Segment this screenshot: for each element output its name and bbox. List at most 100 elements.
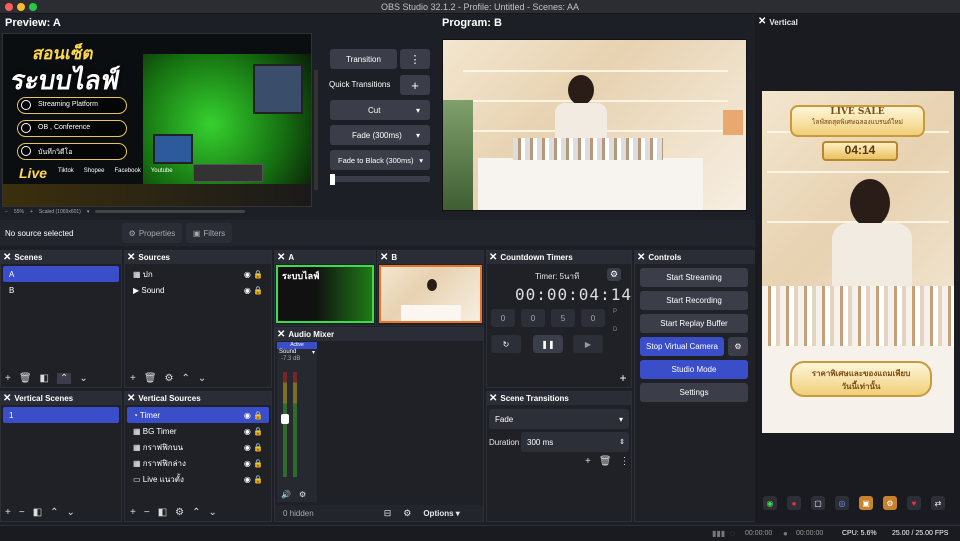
source-item[interactable]: ▦ ปก ◉ 🔒 bbox=[127, 266, 269, 282]
lock-icon[interactable]: 🔒 bbox=[253, 411, 263, 420]
virtual-camera-icon[interactable]: ▢ bbox=[811, 496, 825, 510]
add-icon[interactable]: + bbox=[585, 456, 591, 467]
move-up-icon[interactable]: ⌃ bbox=[192, 507, 200, 518]
hours-field[interactable]: 0 bbox=[491, 309, 515, 327]
close-dock-icon[interactable]: ✕ bbox=[127, 252, 135, 263]
filters-button[interactable]: ▣ Filters bbox=[186, 223, 232, 243]
add-quick-transition-button[interactable]: + bbox=[400, 75, 430, 95]
record-icon[interactable]: ● bbox=[787, 496, 801, 510]
add-icon[interactable]: + bbox=[130, 507, 136, 518]
filter-icon[interactable]: ◧ bbox=[158, 507, 167, 518]
preview-splitter[interactable] bbox=[314, 70, 318, 190]
add-icon[interactable]: + bbox=[5, 507, 11, 518]
volume-fader-handle[interactable] bbox=[281, 414, 289, 424]
replay-icon[interactable]: ◎ bbox=[835, 496, 849, 510]
channel-name-row[interactable]: Sound ▾ bbox=[277, 349, 317, 356]
layout-icon[interactable]: ⊟ bbox=[384, 508, 392, 519]
minutes-field[interactable]: 0 bbox=[521, 309, 545, 327]
vertical-scene-item[interactable]: 1 bbox=[3, 407, 119, 423]
studio-mode-button[interactable]: Studio Mode bbox=[640, 360, 748, 379]
close-dock-icon[interactable]: ✕ bbox=[758, 17, 766, 27]
virtual-camera-settings-button[interactable]: ⚙ bbox=[728, 337, 748, 356]
kebab-icon[interactable]: ⋮ bbox=[620, 456, 630, 467]
cut-transition-button[interactable]: Cut ▾ bbox=[330, 100, 430, 120]
scene-item-a[interactable]: A bbox=[3, 266, 119, 282]
lock-icon[interactable]: 🔒 bbox=[253, 443, 263, 452]
eye-icon[interactable]: ◉ bbox=[244, 475, 253, 484]
settings-button[interactable]: Settings bbox=[640, 383, 748, 402]
reset-timer-button[interactable]: ↻ bbox=[491, 335, 521, 353]
move-up-icon[interactable]: ⌃ bbox=[50, 507, 58, 518]
lock-icon[interactable]: 🔒 bbox=[253, 459, 263, 468]
trash-icon[interactable]: 🗑 bbox=[19, 373, 32, 384]
pause-timer-button[interactable]: ❚❚ bbox=[533, 335, 563, 353]
source-item[interactable]: ▶ Sound ◉ 🔒 bbox=[127, 282, 269, 298]
fade-transition-button[interactable]: Fade (300ms) ▾ bbox=[330, 125, 430, 145]
remove-icon[interactable]: − bbox=[19, 507, 25, 518]
lock-icon[interactable]: 🔒 bbox=[253, 475, 263, 484]
gear-icon[interactable]: ⚙ bbox=[175, 507, 184, 518]
close-dock-icon[interactable]: ✕ bbox=[489, 252, 497, 263]
mixer-settings-icon[interactable]: ⚙ bbox=[299, 490, 306, 499]
add-icon[interactable]: + bbox=[130, 373, 136, 384]
scene-item-b[interactable]: B bbox=[3, 282, 119, 298]
lock-icon[interactable]: 🔒 bbox=[253, 270, 263, 279]
remove-icon[interactable]: − bbox=[144, 507, 150, 518]
move-up-icon[interactable]: ⌃ bbox=[57, 373, 72, 384]
close-dock-icon[interactable]: ✕ bbox=[277, 329, 285, 340]
close-dock-icon[interactable]: ✕ bbox=[380, 252, 388, 263]
timer-settings-button[interactable]: ⚙ bbox=[607, 268, 621, 281]
transition-more-button[interactable]: ⋮ bbox=[400, 49, 430, 69]
share-icon[interactable]: ⇄ bbox=[931, 496, 945, 510]
eye-icon[interactable]: ◉ bbox=[244, 411, 253, 420]
lock-icon[interactable]: 🔒 bbox=[253, 427, 263, 436]
play-timer-button[interactable]: ▶ bbox=[573, 335, 603, 353]
stepper-icon[interactable]: ⇕ bbox=[619, 438, 625, 446]
vertical-source-item[interactable]: ▦ BG Timer ◉ 🔒 bbox=[127, 423, 269, 439]
move-up-icon[interactable]: ⌃ bbox=[182, 373, 190, 384]
add-icon[interactable]: + bbox=[5, 373, 11, 384]
eye-icon[interactable]: ◉ bbox=[244, 270, 253, 279]
vertical-source-item[interactable]: ▭ Live แนวตั้ง ◉ 🔒 bbox=[127, 471, 269, 487]
tbar-slider[interactable] bbox=[330, 174, 430, 185]
zoom-in-button[interactable]: + bbox=[30, 209, 33, 215]
close-dock-icon[interactable]: ✕ bbox=[127, 393, 135, 404]
filter-icon[interactable]: ◧ bbox=[40, 373, 49, 384]
close-dock-icon[interactable]: ✕ bbox=[489, 393, 497, 404]
options-button[interactable]: Options ▾ bbox=[423, 509, 459, 518]
zoom-out-button[interactable]: − bbox=[5, 209, 8, 215]
fade-to-black-button[interactable]: Fade to Black (300ms) ▾ bbox=[330, 150, 430, 170]
mixer-advanced-icon[interactable]: ⚙ bbox=[403, 508, 411, 519]
program-canvas[interactable] bbox=[442, 39, 747, 211]
add-timer-button[interactable]: + bbox=[617, 371, 629, 385]
eye-icon[interactable]: ◉ bbox=[244, 427, 253, 436]
vertical-canvas[interactable]: LIVE SALE ไลฟ์สดสุดพิเศษฉลองแบรนด์ใหม่ 0… bbox=[762, 91, 954, 433]
start-replay-button[interactable]: Start Replay Buffer bbox=[640, 314, 748, 333]
start-recording-button[interactable]: Start Recording bbox=[640, 291, 748, 310]
transition-type-select[interactable]: Fade ▾ bbox=[489, 409, 629, 429]
heart-icon[interactable]: ♥ bbox=[907, 496, 921, 510]
move-down-icon[interactable]: ⌄ bbox=[209, 507, 217, 518]
stream-icon[interactable]: ◉ bbox=[763, 496, 777, 510]
close-dock-icon[interactable]: ✕ bbox=[637, 252, 645, 263]
frames-field[interactable]: 0 bbox=[581, 309, 605, 327]
vertical-source-item[interactable]: ▦ กราฟฟิกบน ◉ 🔒 bbox=[127, 439, 269, 455]
filter-icon[interactable]: ◧ bbox=[33, 507, 42, 518]
close-dock-icon[interactable]: ✕ bbox=[3, 252, 11, 263]
trash-icon[interactable]: 🗑 bbox=[144, 373, 157, 384]
mini-b-thumbnail[interactable] bbox=[379, 265, 482, 323]
transition-button[interactable]: Transition bbox=[330, 49, 397, 69]
seconds-field[interactable]: 5 bbox=[551, 309, 575, 327]
vertical-source-item[interactable]: ▦ กราฟฟิกล่าง ◉ 🔒 bbox=[127, 455, 269, 471]
speaker-icon[interactable]: 🔊 bbox=[281, 490, 291, 499]
lock-icon[interactable]: 🔒 bbox=[253, 286, 263, 295]
move-down-icon[interactable]: ⌄ bbox=[79, 373, 87, 384]
move-down-icon[interactable]: ⌄ bbox=[198, 373, 206, 384]
properties-button[interactable]: ⚙ Properties bbox=[122, 223, 182, 243]
capture-icon[interactable]: ▣ bbox=[859, 496, 873, 510]
gear-icon[interactable]: ⚙ bbox=[883, 496, 897, 510]
scale-dropdown-icon[interactable]: ▾ bbox=[87, 209, 90, 215]
gear-icon[interactable]: ⚙ bbox=[165, 373, 174, 384]
close-dock-icon[interactable]: ✕ bbox=[3, 393, 11, 404]
vertical-source-item[interactable]: ◔ Timer ◉ 🔒 bbox=[127, 407, 269, 423]
